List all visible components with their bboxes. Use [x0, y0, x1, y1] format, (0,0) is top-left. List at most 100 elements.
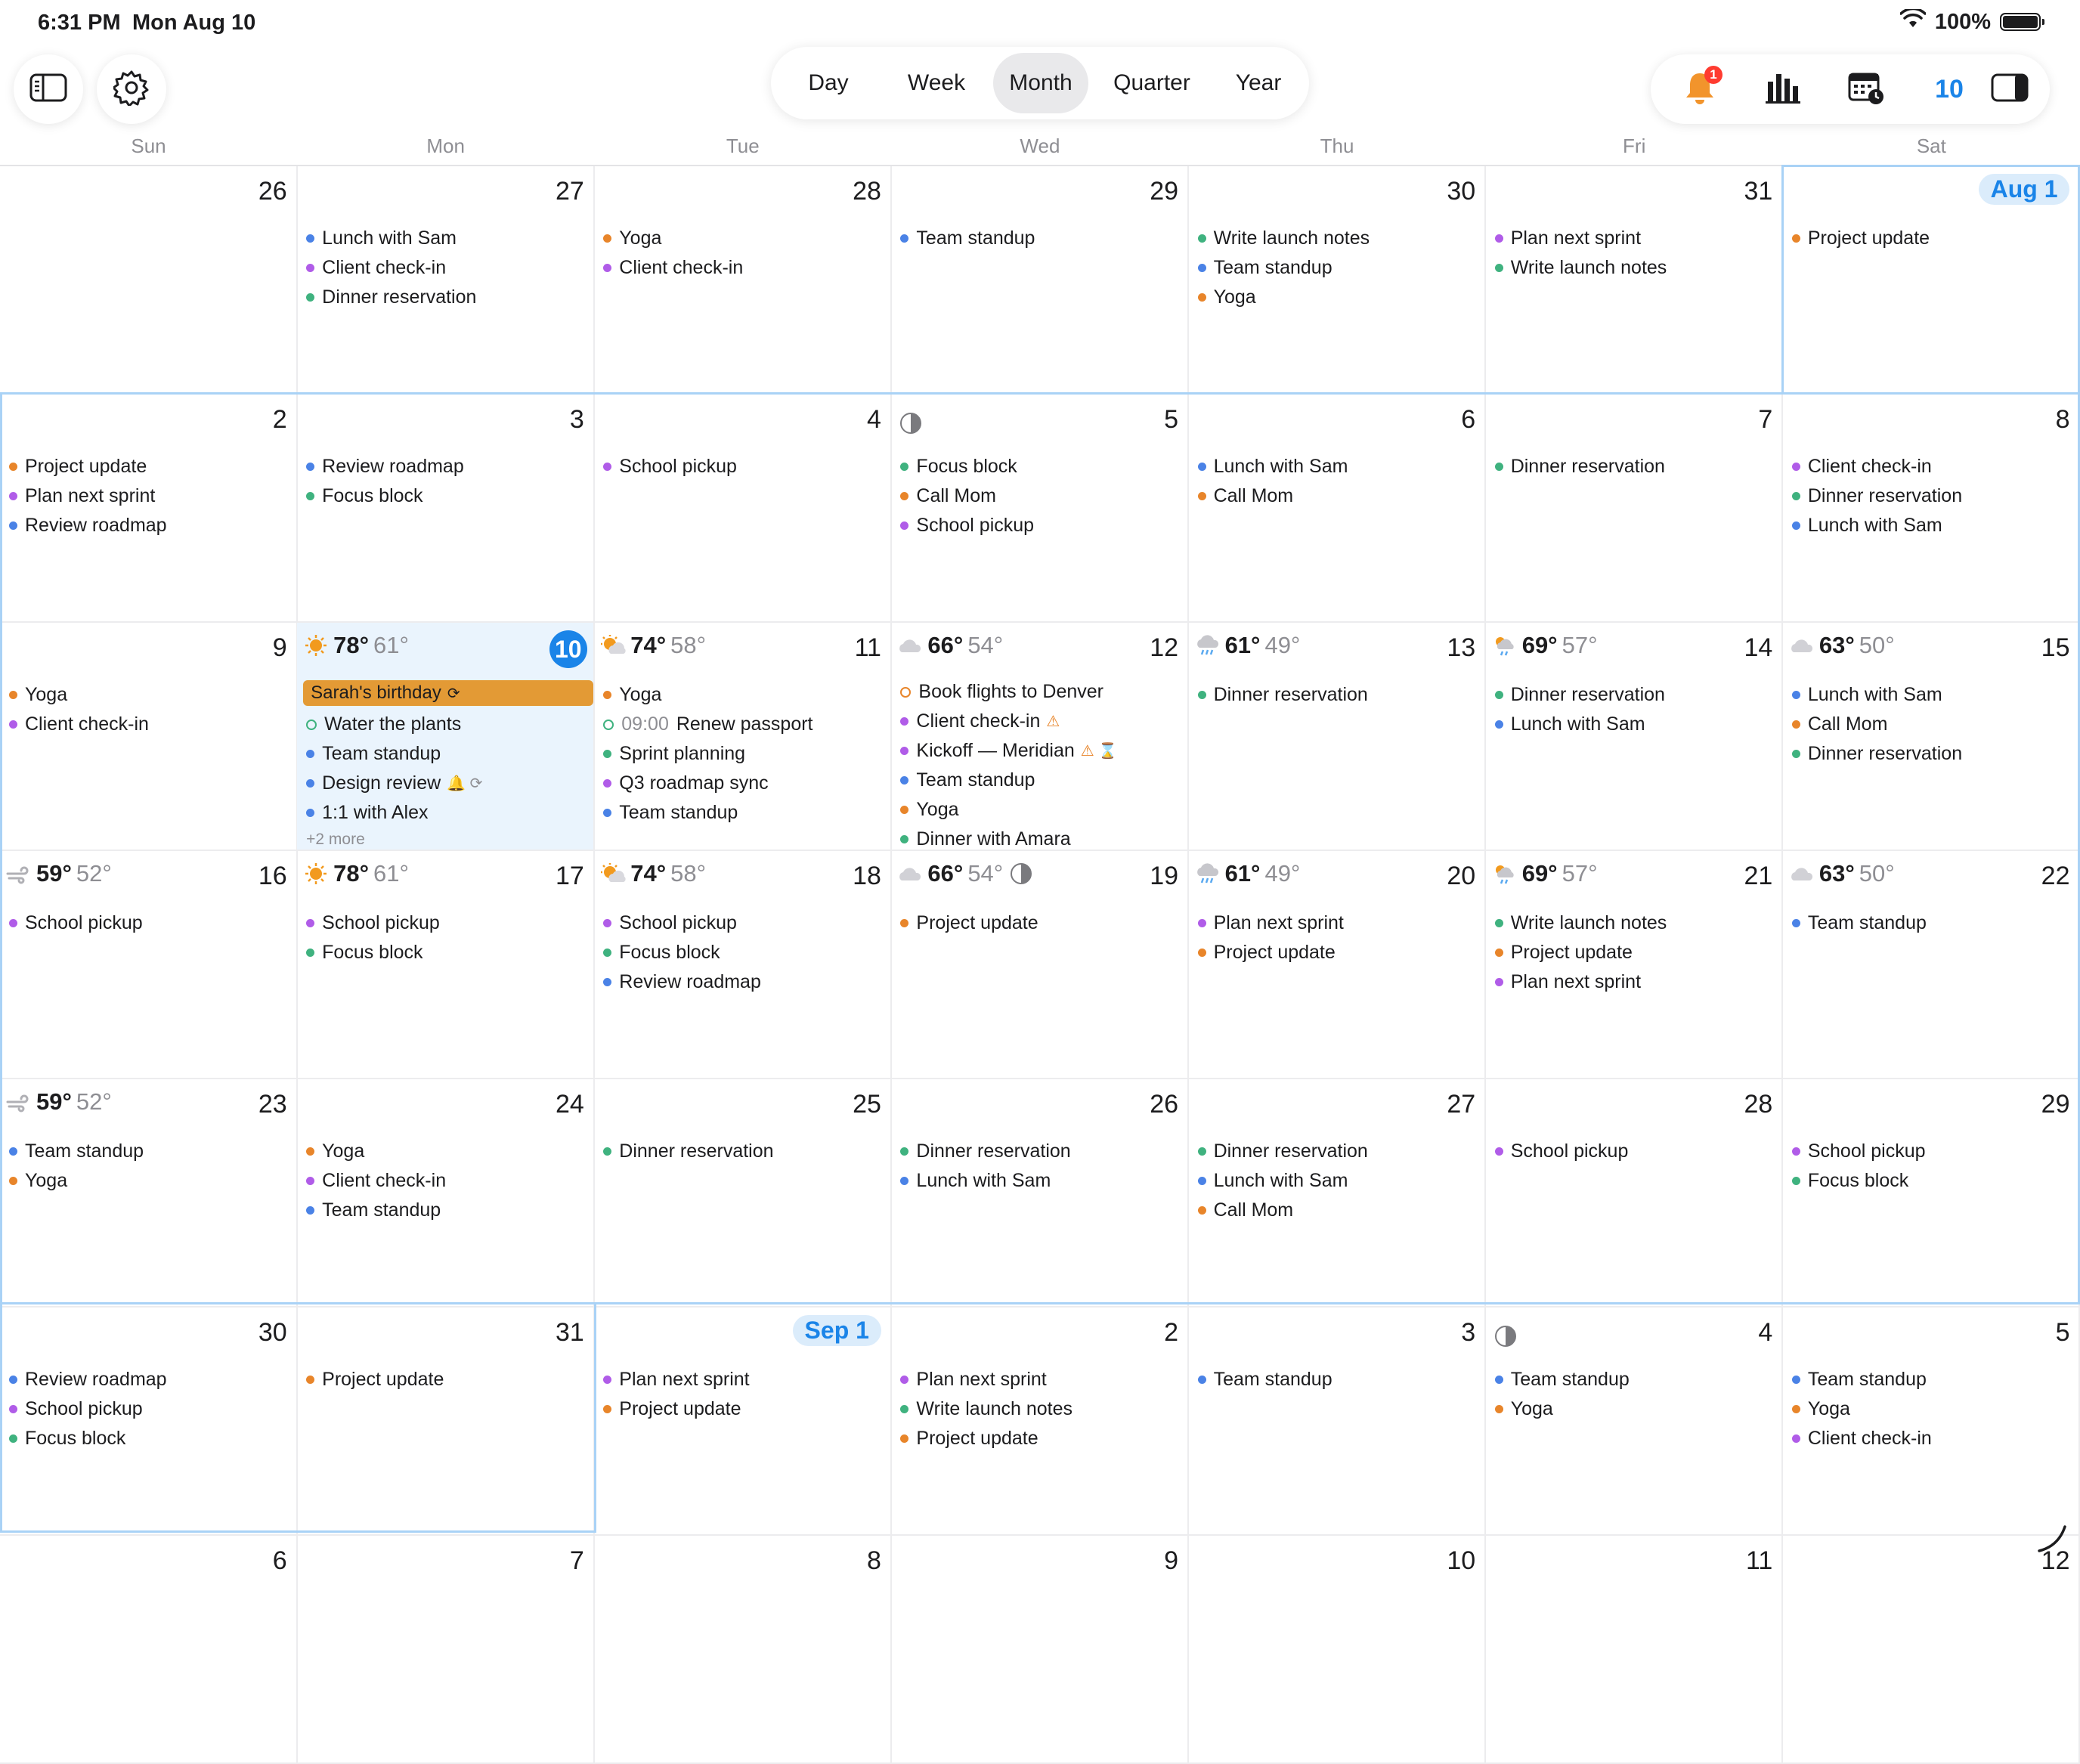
event-item[interactable]: Yoga — [1494, 1394, 1778, 1424]
event-item[interactable]: Call Mom — [1197, 1196, 1481, 1225]
day-cell[interactable]: 28 School pickup — [1485, 1079, 1784, 1308]
day-cell[interactable]: 5 Team standup Yoga Client check-in — [1782, 1308, 2080, 1536]
day-cell[interactable]: 31 Plan next sprint Write launch notes — [1485, 166, 1784, 395]
day-cell[interactable]: Sep 1 Plan next sprint Project update — [594, 1308, 892, 1536]
event-item[interactable]: Yoga — [9, 1166, 292, 1196]
day-cell[interactable]: 22 63° 50° Team standup — [1782, 851, 2080, 1079]
day-cell[interactable]: 20 61° 49° Plan next sprint Project update — [1188, 851, 1487, 1079]
stats-button[interactable] — [1749, 54, 1817, 124]
settings-button[interactable] — [97, 54, 166, 124]
event-item[interactable]: Lunch with Sam — [306, 224, 589, 253]
day-cell[interactable]: 5 Focus block Call Mom School pickup — [891, 395, 1190, 623]
event-item[interactable]: Write launch notes — [900, 1394, 1183, 1424]
day-cell[interactable]: 30 Write launch notes Team standup Yoga — [1188, 166, 1487, 395]
event-item[interactable]: Lunch with Sam — [1494, 710, 1778, 739]
more-events-link[interactable]: +2 more — [306, 828, 589, 852]
event-item[interactable]: Team standup — [1197, 1365, 1481, 1394]
event-item[interactable]: Dinner reservation — [900, 1137, 1183, 1166]
event-item[interactable]: Team standup — [306, 739, 589, 769]
event-item[interactable]: Team standup — [1791, 1365, 2075, 1394]
day-cell[interactable]: 27 Dinner reservation Lunch with Sam Call M… — [1188, 1079, 1487, 1308]
event-item[interactable]: Plan next sprint — [1494, 224, 1778, 253]
day-cell[interactable]: 6 — [0, 1536, 298, 1764]
event-item[interactable]: Focus block — [1791, 1166, 2075, 1196]
day-cell[interactable]: 17 78° 61° School pickup Focus block — [297, 851, 595, 1079]
day-cell[interactable]: 14 69° 57° Dinner reservation Lunch with Sam — [1485, 623, 1784, 851]
event-item[interactable]: 1:1 with Alex — [306, 798, 589, 828]
event-item[interactable]: Team standup — [900, 224, 1183, 253]
event-item[interactable]: Yoga — [603, 224, 886, 253]
day-cell[interactable]: 28 Yoga Client check-in — [594, 166, 892, 395]
day-cell[interactable]: 24 Yoga Client check-in Team standup — [297, 1079, 595, 1308]
event-item[interactable]: Plan next sprint — [9, 481, 292, 511]
day-cell[interactable]: 2 Plan next sprint Write launch notes Proje… — [891, 1308, 1190, 1536]
day-cell[interactable]: 19 66° 54° Project update — [891, 851, 1190, 1079]
day-cell[interactable]: 6 Lunch with Sam Call Mom — [1188, 395, 1487, 623]
day-cell[interactable]: 13 61° 49° Dinner reservation — [1188, 623, 1487, 851]
event-item[interactable]: Team standup — [1494, 1365, 1778, 1394]
event-item[interactable]: Plan next sprint — [900, 1365, 1183, 1394]
event-item[interactable]: School pickup — [603, 908, 886, 938]
event-item[interactable]: Focus block — [900, 452, 1183, 481]
event-item[interactable]: Dinner with Amara — [900, 825, 1183, 854]
event-item[interactable]: Dinner reservation — [1791, 739, 2075, 769]
event-item[interactable]: Lunch with Sam — [1197, 1166, 1481, 1196]
resize-handle-icon[interactable] — [2035, 1521, 2068, 1554]
event-item[interactable]: Write launch notes — [1494, 253, 1778, 283]
day-cell[interactable]: 4 School pickup — [594, 395, 892, 623]
all-day-event[interactable]: Sarah's birthday ⟳ — [303, 680, 594, 706]
day-cell[interactable]: Aug 1 Project update — [1782, 166, 2080, 395]
event-item[interactable]: Review roadmap — [9, 1365, 292, 1394]
event-item[interactable]: Project update — [1791, 224, 2075, 253]
day-cell[interactable]: 12 66° 54° Book flights to Denver Client che… — [891, 623, 1190, 854]
day-cell[interactable]: 31 Project update — [297, 1308, 595, 1536]
day-cell[interactable]: 7 Dinner reservation — [1485, 395, 1784, 623]
day-cell[interactable]: 16 59° 52° School pickup — [0, 851, 298, 1079]
event-item[interactable]: Yoga — [1197, 283, 1481, 312]
event-item[interactable]: Write launch notes — [1197, 224, 1481, 253]
day-cell[interactable]: 3 Team standup — [1188, 1308, 1487, 1536]
event-item[interactable]: Team standup — [603, 798, 886, 828]
day-cell[interactable]: 26 Dinner reservation Lunch with Sam — [891, 1079, 1190, 1308]
event-item[interactable]: School pickup — [1494, 1137, 1778, 1166]
event-item[interactable]: Client check-in — [306, 253, 589, 283]
day-cell[interactable]: 8 — [594, 1536, 892, 1764]
day-cell[interactable]: 21 69° 57° Write launch notes Project update… — [1485, 851, 1784, 1079]
day-cell[interactable]: 9 — [891, 1536, 1190, 1764]
day-cell[interactable]: 3 Review roadmap Focus block — [297, 395, 595, 623]
day-cell[interactable]: 25 Dinner reservation — [594, 1079, 892, 1308]
event-item[interactable]: Team standup — [1791, 908, 2075, 938]
event-item[interactable]: Yoga — [9, 680, 292, 710]
calendar-schedule-button[interactable] — [1832, 54, 1900, 124]
day-cell[interactable]: 12 — [1782, 1536, 2080, 1764]
event-item[interactable]: Book flights to Denver — [900, 677, 1183, 707]
event-item[interactable]: Dinner reservation — [1197, 680, 1481, 710]
event-item[interactable]: Client check-in — [1791, 1424, 2075, 1453]
day-cell[interactable]: 8 Client check-in Dinner reservation Lunch … — [1782, 395, 2080, 623]
today-button[interactable]: 10 — [1915, 54, 1983, 124]
event-item[interactable]: 09:00 Renew passport — [603, 710, 886, 739]
task-checkbox[interactable] — [603, 719, 614, 730]
day-cell[interactable]: 18 74° 58° School pickup Focus block Review r… — [594, 851, 892, 1079]
event-item[interactable]: Focus block — [603, 938, 886, 967]
tab-year[interactable]: Year — [1215, 53, 1302, 113]
event-item[interactable]: Client check-in — [1791, 452, 2075, 481]
tab-day[interactable]: Day — [782, 53, 875, 113]
event-item[interactable]: Focus block — [9, 1424, 292, 1453]
event-item[interactable]: Lunch with Sam — [1197, 452, 1481, 481]
tab-quarter[interactable]: Quarter — [1094, 53, 1209, 113]
event-item[interactable]: School pickup — [306, 908, 589, 938]
event-item[interactable]: Lunch with Sam — [1791, 680, 2075, 710]
event-item[interactable]: Dinner reservation — [1494, 680, 1778, 710]
event-item[interactable]: Dinner reservation — [1791, 481, 2075, 511]
day-cell[interactable]: 2 Project update Plan next sprint Review ro… — [0, 395, 298, 623]
sidebar-toggle-button[interactable] — [14, 54, 83, 124]
event-item[interactable]: Project update — [9, 452, 292, 481]
event-item[interactable]: Yoga — [1791, 1394, 2075, 1424]
day-cell[interactable]: 26 — [0, 166, 298, 395]
event-item[interactable]: Dinner reservation — [603, 1137, 886, 1166]
day-cell[interactable]: 11 — [1485, 1536, 1784, 1764]
event-item[interactable]: School pickup — [603, 452, 886, 481]
day-cell[interactable]: 30 Review roadmap School pickup Focus block — [0, 1308, 298, 1536]
day-cell[interactable]: 23 59° 52° Team standup Yoga — [0, 1079, 298, 1308]
